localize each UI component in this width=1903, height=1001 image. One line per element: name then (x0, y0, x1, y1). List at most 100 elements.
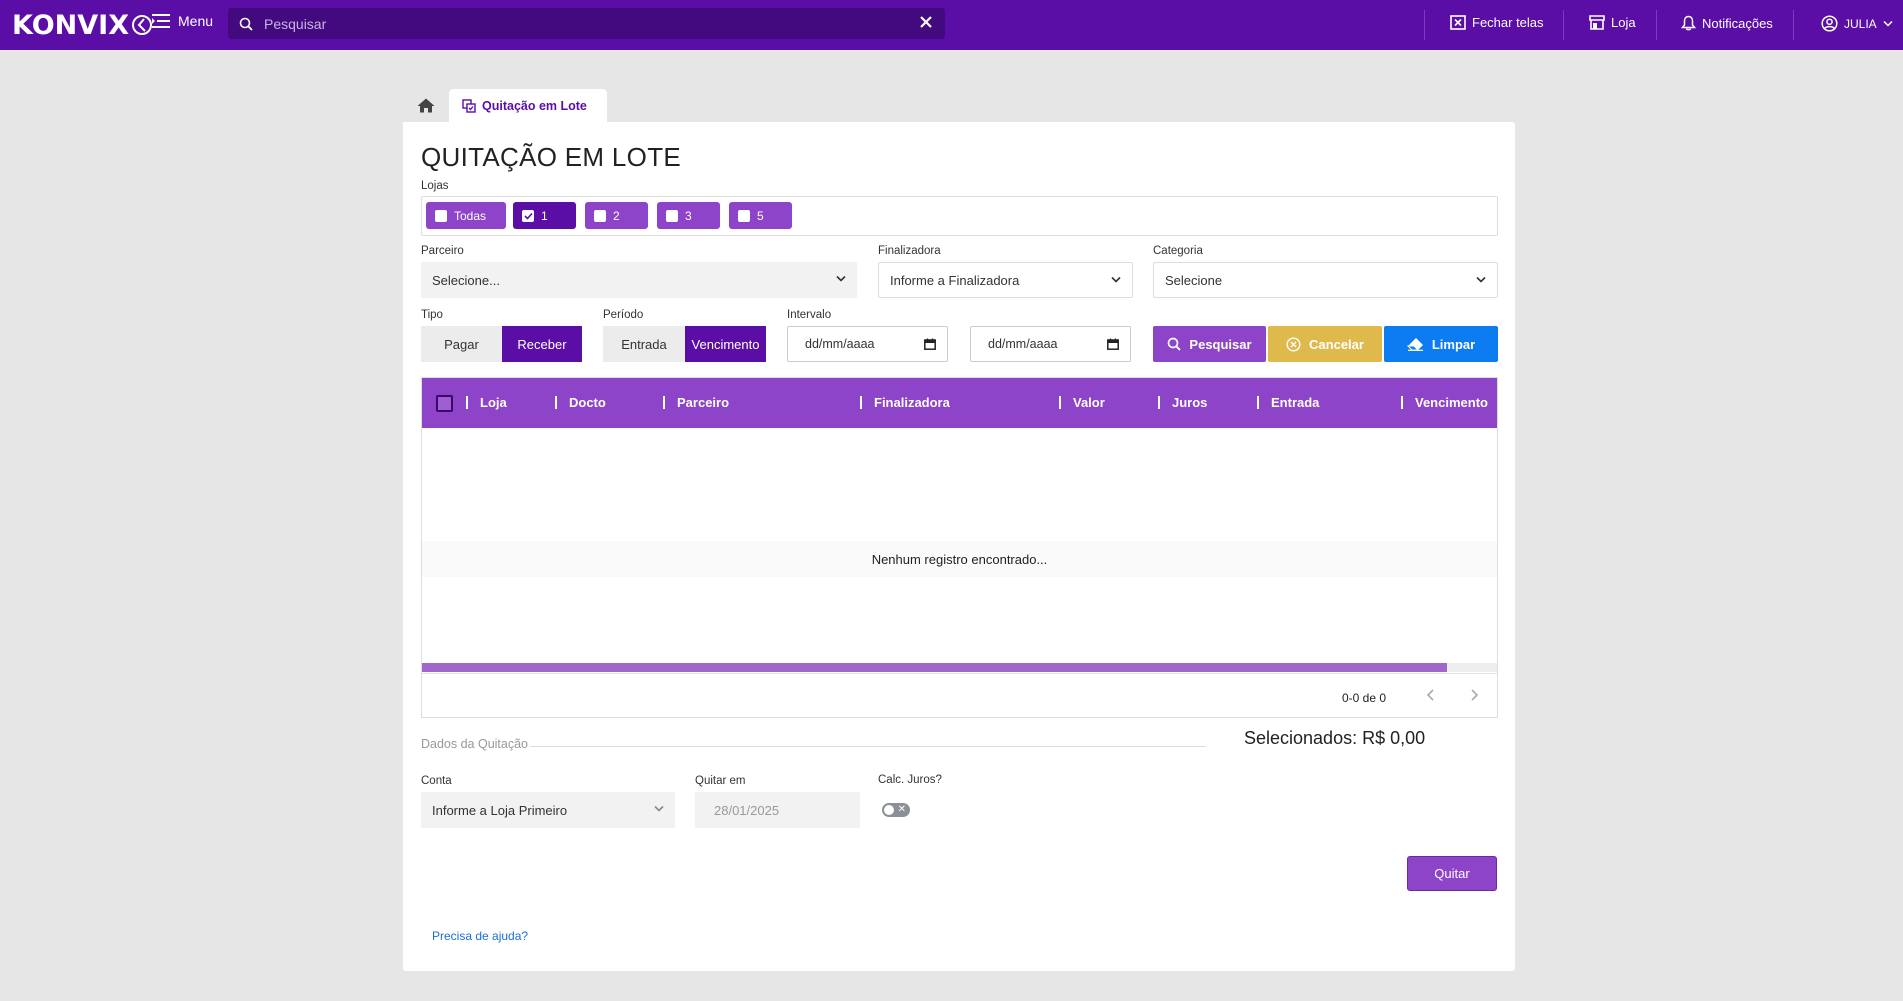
fechar-telas-label: Fechar telas (1472, 15, 1544, 30)
limpar-button[interactable]: Limpar (1384, 326, 1498, 362)
divider (422, 673, 1497, 674)
loja-chip-3[interactable]: 3 (657, 202, 720, 229)
checkbox-icon (594, 209, 606, 222)
column-header-loja[interactable]: Loja (466, 395, 507, 410)
toggle-knob (884, 805, 894, 815)
date-to-value: dd/mm/aaaa (988, 337, 1058, 351)
calc-juros-toggle[interactable]: ✕ (882, 803, 910, 817)
loja-chip-label: 3 (685, 208, 692, 223)
close-window-icon (1450, 15, 1466, 30)
home-icon (417, 98, 435, 113)
quitar-em-label: Quitar em (695, 775, 746, 787)
categoria-value: Selecione (1165, 272, 1223, 288)
loja-chip-todas[interactable]: Todas (426, 202, 506, 229)
chevron-down-icon (1883, 20, 1893, 27)
tab-quitacao-em-lote[interactable]: Quitação em Lote (449, 89, 607, 122)
parceiro-select[interactable]: Selecione... (421, 262, 857, 298)
loja-chip-1[interactable]: 1 (513, 202, 576, 229)
quitar-em-input[interactable]: 28/01/2025 (695, 792, 860, 828)
lojas-label: Lojas (421, 180, 449, 192)
quitar-button[interactable]: Quitar (1407, 856, 1497, 891)
section-label: Dados da Quitação (421, 737, 529, 751)
store-icon (1589, 15, 1605, 30)
tipo-pagar-button[interactable]: Pagar (421, 326, 502, 362)
column-label: Docto (569, 395, 606, 410)
column-header-parceiro[interactable]: Parceiro (663, 395, 729, 410)
fechar-telas-button[interactable]: Fechar telas (1450, 15, 1544, 30)
loja-button[interactable]: Loja (1589, 15, 1636, 30)
column-header-vencimento[interactable]: Vencimento (1401, 395, 1488, 410)
limpar-label: Limpar (1431, 336, 1476, 352)
select-all-checkbox[interactable] (436, 395, 453, 412)
selected-total: Selecionados: R$ 0,00 (1244, 728, 1426, 748)
logo-mark-icon (132, 15, 153, 35)
checkbox-checked-icon (522, 209, 534, 222)
pesquisar-button[interactable]: Pesquisar (1153, 326, 1266, 362)
loja-chip-label: 2 (613, 208, 620, 223)
column-label: Loja (480, 395, 507, 410)
tab-label: Quitação em Lote (482, 98, 587, 113)
conta-label: Conta (421, 775, 452, 787)
conta-value: Informe a Loja Primeiro (432, 802, 568, 818)
periodo-entrada-button[interactable]: Entrada (603, 326, 685, 362)
lojas-selector: Todas 1 2 3 5 (421, 196, 1498, 236)
tab-bar: Quitação em Lote (403, 89, 607, 122)
chevron-down-icon (1111, 276, 1121, 283)
empty-message: Nenhum registro encontrado... (422, 541, 1497, 577)
clear-search-icon[interactable] (919, 15, 933, 29)
column-label: Valor (1073, 395, 1105, 410)
date-to-input[interactable]: dd/mm/aaaa (970, 326, 1131, 362)
horizontal-scrollbar[interactable] (422, 663, 1497, 672)
eraser-icon (1406, 338, 1423, 351)
chevron-right-icon[interactable] (1468, 688, 1480, 702)
date-from-input[interactable]: dd/mm/aaaa (787, 326, 948, 362)
calc-juros-label: Calc. Juros? (878, 774, 942, 786)
conta-select[interactable]: Informe a Loja Primeiro (421, 792, 675, 828)
pagination-info: 0-0 de 0 (1342, 691, 1387, 705)
menu-button[interactable]: Menu (152, 13, 213, 29)
chevron-down-icon (1476, 276, 1486, 283)
calendar-icon[interactable] (1107, 338, 1119, 350)
finalizadora-label: Finalizadora (878, 245, 941, 257)
loja-chip-5[interactable]: 5 (729, 202, 792, 229)
finalizadora-select[interactable]: Informe a Finalizadora (878, 262, 1133, 298)
column-header-valor[interactable]: Valor (1059, 395, 1105, 410)
tipo-receber-button[interactable]: Receber (502, 326, 582, 362)
user-menu[interactable]: JULIA (1821, 15, 1893, 32)
menu-label: Menu (178, 13, 214, 29)
scrollbar-thumb[interactable] (422, 663, 1447, 672)
column-header-docto[interactable]: Docto (555, 395, 606, 410)
periodo-vencimento-button[interactable]: Vencimento (685, 326, 766, 362)
chevron-left-icon[interactable] (1425, 688, 1437, 702)
notifications-label: Notificações (1702, 15, 1773, 31)
bell-icon (1681, 15, 1696, 31)
page-title: QUITAÇÃO EM LOTE (421, 142, 682, 172)
column-header-entrada[interactable]: Entrada (1257, 395, 1319, 410)
loja-label: Loja (1611, 15, 1636, 30)
loja-chip-2[interactable]: 2 (585, 202, 648, 229)
main-card: QUITAÇÃO EM LOTE Lojas Todas 1 2 3 5 Par… (403, 122, 1515, 971)
loja-chip-label: 5 (757, 208, 764, 223)
categoria-label: Categoria (1153, 245, 1203, 257)
user-avatar-icon (1821, 15, 1838, 32)
notifications-button[interactable]: Notificações (1681, 15, 1773, 31)
help-link[interactable]: Precisa de ajuda? (432, 929, 528, 943)
logo-text: KONVIX (12, 9, 130, 41)
categoria-select[interactable]: Selecione (1153, 262, 1498, 298)
search-icon (239, 17, 253, 31)
quitar-em-value: 28/01/2025 (714, 802, 780, 818)
checkbox-icon (666, 209, 678, 222)
calendar-icon[interactable] (924, 338, 936, 350)
column-label: Juros (1172, 395, 1208, 410)
periodo-label: Período (603, 309, 644, 321)
konvix-logo[interactable]: KONVIX (12, 8, 153, 42)
search-input[interactable] (264, 15, 884, 32)
divider (1793, 10, 1794, 40)
cancelar-label: Cancelar (1309, 336, 1364, 352)
tab-home[interactable] (403, 89, 449, 122)
tipo-label: Tipo (421, 309, 443, 321)
column-header-finalizadora[interactable]: Finalizadora (860, 395, 950, 410)
cancelar-button[interactable]: Cancelar (1268, 326, 1382, 362)
column-header-juros[interactable]: Juros (1158, 395, 1207, 410)
date-from-value: dd/mm/aaaa (805, 337, 875, 351)
